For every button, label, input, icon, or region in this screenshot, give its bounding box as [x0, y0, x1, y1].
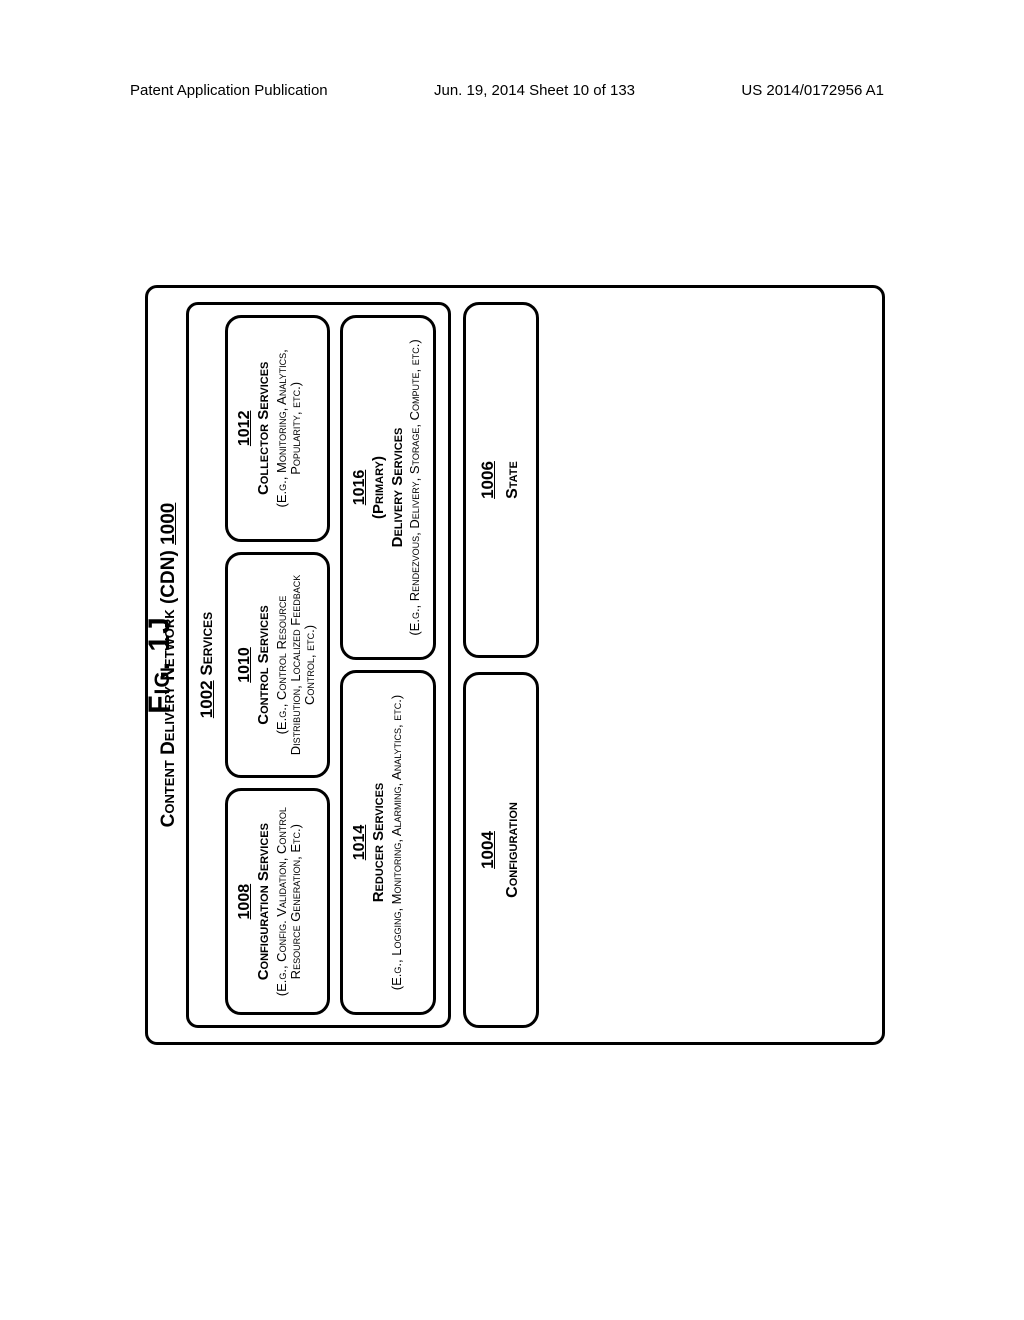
diagram-rotated: Content Delivery Network (CDN) 1000 1002… — [135, 275, 895, 1055]
cdn-title-num: 1000 — [158, 503, 179, 545]
svc-configuration-name: Configuration Services — [256, 823, 273, 980]
svc-configuration-desc: (E.g., Config. Validation, Control Resou… — [275, 797, 304, 1006]
page-header: Patent Application Publication Jun. 19, … — [0, 82, 1024, 99]
svc-delivery-name: Delivery Services — [390, 428, 407, 548]
svc-delivery: 1016 (Primary) Delivery Services (E.g., … — [340, 315, 435, 660]
box-state-label: State — [504, 311, 522, 649]
svc-control-name: Control Services — [256, 605, 273, 725]
services-row-2: 1014 Reducer Services (E.g., Logging, Mo… — [340, 315, 435, 1015]
svc-control: 1010 Control Services (E.g., Control Res… — [225, 552, 330, 779]
cdn-title-text: Content Delivery Network (CDN) — [158, 550, 179, 827]
header-right: US 2014/0172956 A1 — [741, 82, 884, 99]
svc-reducer-num: 1014 — [351, 825, 369, 861]
services-box: 1002 Services 1008 Configuration Service… — [186, 302, 451, 1028]
svc-collector-name: Collector Services — [256, 362, 273, 495]
cdn-title: Content Delivery Network (CDN) 1000 — [158, 302, 180, 1028]
services-label: Services — [197, 612, 216, 676]
box-state: 1006 State — [463, 302, 539, 658]
box-configuration-num: 1004 — [478, 681, 498, 1019]
services-num: 1002 — [197, 680, 216, 718]
svc-reducer: 1014 Reducer Services (E.g., Logging, Mo… — [340, 670, 435, 1015]
box-configuration: 1004 Configuration — [463, 672, 539, 1028]
services-title: 1002 Services — [197, 315, 217, 1015]
svc-delivery-num: 1016 — [351, 470, 369, 506]
bottom-row: 1004 Configuration 1006 State — [463, 302, 539, 1028]
svc-reducer-desc: (E.g., Logging, Monitoring, Alarming, An… — [390, 695, 404, 990]
svc-control-desc: (E.g., Control Resource Distribution, Lo… — [275, 561, 318, 770]
figure-area: Content Delivery Network (CDN) 1000 1002… — [130, 270, 900, 1060]
header-mid: Jun. 19, 2014 Sheet 10 of 133 — [434, 82, 635, 99]
svc-configuration-num: 1008 — [236, 884, 254, 920]
svc-collector-num: 1012 — [236, 411, 254, 447]
box-configuration-label: Configuration — [504, 681, 522, 1019]
svc-configuration: 1008 Configuration Services (E.g., Confi… — [225, 788, 330, 1015]
svc-control-num: 1010 — [236, 647, 254, 683]
svc-reducer-name: Reducer Services — [371, 783, 388, 903]
services-row-1: 1008 Configuration Services (E.g., Confi… — [225, 315, 330, 1015]
svc-delivery-primary: (Primary) — [371, 456, 388, 519]
svc-delivery-desc: (E.g., Rendezvous, Delivery, Storage, Co… — [408, 339, 422, 635]
svc-collector: 1012 Collector Services (E.g., Monitorin… — [225, 315, 330, 542]
header-left: Patent Application Publication — [130, 82, 328, 99]
cdn-outer-box: Content Delivery Network (CDN) 1000 1002… — [145, 285, 885, 1045]
box-state-num: 1006 — [478, 311, 498, 649]
svc-collector-desc: (E.g., Monitoring, Analytics, Popularity… — [275, 324, 304, 533]
